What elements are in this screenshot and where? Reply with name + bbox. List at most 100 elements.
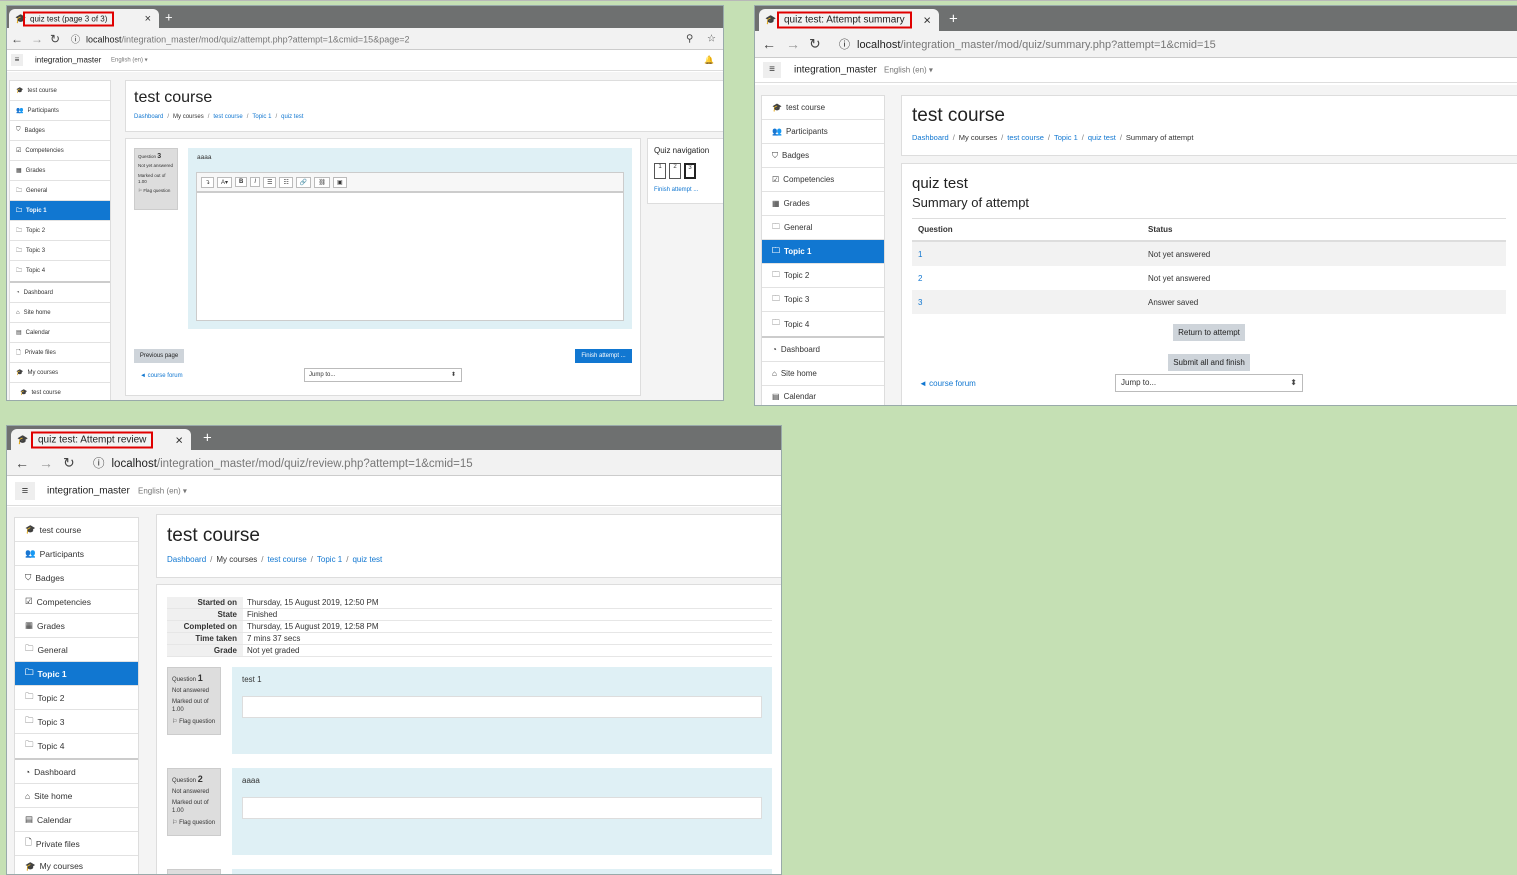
language-menu[interactable]: English (en) ▾ <box>138 486 187 495</box>
sidebar-item-topic-2[interactable]: 🗀 Topic 2 <box>15 686 138 710</box>
breadcrumb-quiz[interactable]: quiz test <box>352 555 382 564</box>
sidebar-item-calendar[interactable]: ▤ Calendar <box>15 808 138 832</box>
breadcrumb-quiz[interactable]: quiz test <box>1088 133 1116 142</box>
language-menu[interactable]: English (en) ▾ <box>111 57 148 64</box>
close-tab-icon[interactable]: × <box>923 13 931 28</box>
editor-button-italic[interactable]: I <box>250 177 261 187</box>
jump-to-select[interactable]: Jump to... ⬍ <box>1115 374 1303 392</box>
sidebar-item-participants[interactable]: 👥 Participants <box>762 120 884 144</box>
breadcrumb-topic[interactable]: Topic 1 <box>317 555 342 564</box>
site-name[interactable]: integration_master <box>794 65 877 76</box>
finish-attempt-link[interactable]: Finish attempt ... <box>654 187 698 193</box>
sidebar-item-competencies[interactable]: ☑ Competencies <box>10 141 110 161</box>
sidebar-item-grades[interactable]: ▦ Grades <box>15 614 138 638</box>
sidebar-item-private-files[interactable]: 🗋 Private files <box>10 343 110 363</box>
new-tab-button[interactable]: + <box>949 10 958 27</box>
finish-attempt-button[interactable]: Finish attempt ... <box>575 349 632 363</box>
sidebar-item-my-courses[interactable]: 🎓 My courses <box>15 856 138 874</box>
editor-button-font[interactable]: A▾ <box>217 176 233 188</box>
sidebar-item-grades[interactable]: ▦ Grades <box>10 161 110 181</box>
breadcrumb-topic[interactable]: Topic 1 <box>252 114 271 120</box>
sidebar-item-topic-1[interactable]: 🗀 Topic 1 <box>762 240 884 264</box>
submit-all-button[interactable]: Submit all and finish <box>1168 354 1250 371</box>
url-field[interactable]: ⓘ localhost/integration_master/mod/quiz/s… <box>839 36 1216 52</box>
sidebar-item-course-child[interactable]: 🎓 test course <box>10 383 110 400</box>
return-to-attempt-button[interactable]: Return to attempt <box>1173 324 1245 341</box>
sidebar-item-topic-3[interactable]: 🗀 Topic 3 <box>10 241 110 261</box>
url-field[interactable]: ⓘ localhost/integration_master/mod/quiz/a… <box>71 32 409 45</box>
sidebar-item-my-courses[interactable]: 🎓 My courses <box>10 363 110 383</box>
flag-question[interactable]: ⚐ Flag question <box>138 188 174 194</box>
sidebar-item-participants[interactable]: 👥 Participants <box>15 542 138 566</box>
breadcrumb-dashboard[interactable]: Dashboard <box>134 114 163 120</box>
previous-page-button[interactable]: Previous page <box>134 349 184 363</box>
new-tab-button[interactable]: + <box>203 430 212 447</box>
quiz-nav-button-2[interactable]: 2 <box>669 163 681 179</box>
new-tab-button[interactable]: + <box>165 10 173 25</box>
hamburger-menu-icon[interactable]: ≡ <box>15 481 35 500</box>
editor-button-bullets[interactable]: ☰ <box>263 176 277 188</box>
question-link[interactable]: 3 <box>912 298 1148 307</box>
sidebar-item-test-course[interactable]: 🎓 test course <box>15 518 138 542</box>
breadcrumb-dashboard[interactable]: Dashboard <box>167 555 206 564</box>
answer-editor[interactable] <box>196 192 624 321</box>
sidebar-item-site-home[interactable]: ⌂ Site home <box>15 784 138 808</box>
reload-icon[interactable]: ↻ <box>809 36 821 53</box>
browser-tab[interactable]: 🎓 quiz test: Attempt review × <box>11 429 191 450</box>
sidebar-item-general[interactable]: 🗀 General <box>10 181 110 201</box>
back-arrow-icon[interactable]: ← <box>15 455 29 471</box>
browser-tab[interactable]: 🎓 quiz test: Attempt summary × <box>759 9 939 31</box>
sidebar-item-badges[interactable]: ⛉ Badges <box>15 566 138 590</box>
sidebar-item-general[interactable]: 🗀 General <box>762 216 884 240</box>
breadcrumb-quiz[interactable]: quiz test <box>281 114 303 120</box>
reload-icon[interactable]: ↻ <box>50 32 60 46</box>
sidebar-item-topic-4[interactable]: 🗀 Topic 4 <box>10 261 110 283</box>
question-link[interactable]: 1 <box>912 250 1148 259</box>
sidebar-item-private-files[interactable]: 🗋 Private files <box>15 832 138 856</box>
zoom-icon[interactable]: ⚲ <box>686 33 693 44</box>
sidebar-item-topic-3[interactable]: 🗀 Topic 3 <box>15 710 138 734</box>
sidebar-item-topic-4[interactable]: 🗀 Topic 4 <box>15 734 138 760</box>
hamburger-menu-icon[interactable]: ≡ <box>11 54 23 66</box>
prev-activity-link[interactable]: ◄ course forum <box>140 373 183 379</box>
sidebar-item-dashboard[interactable]: ◔ Dashboard <box>10 283 110 303</box>
sidebar-item-badges[interactable]: ⛉ Badges <box>10 121 110 141</box>
site-name[interactable]: integration_master <box>35 56 101 65</box>
sidebar-item-dashboard[interactable]: ◔ Dashboard <box>15 760 138 784</box>
reload-icon[interactable]: ↻ <box>63 454 75 471</box>
breadcrumb-course[interactable]: test course <box>213 114 242 120</box>
jump-to-select[interactable]: Jump to... ⬍ <box>304 368 462 382</box>
flag-question[interactable]: ⚐ Flag question <box>172 819 216 827</box>
sidebar-item-topic-3[interactable]: 🗀 Topic 3 <box>762 288 884 312</box>
breadcrumb-topic[interactable]: Topic 1 <box>1054 133 1078 142</box>
browser-tab[interactable]: 🎓 quiz test (page 3 of 3) × <box>9 9 159 28</box>
sidebar-item-site-home[interactable]: ⌂ Site home <box>762 362 884 386</box>
breadcrumb-course[interactable]: test course <box>1007 133 1044 142</box>
editor-button-link[interactable]: 🔗 <box>295 176 312 188</box>
breadcrumb-dashboard[interactable]: Dashboard <box>912 133 949 142</box>
forward-arrow-icon[interactable]: → <box>786 36 800 52</box>
sidebar-item-test-course[interactable]: 🎓 test course <box>10 81 110 101</box>
sidebar-item-grades[interactable]: ▦ Grades <box>762 192 884 216</box>
sidebar-item-participants[interactable]: 👥 Participants <box>10 101 110 121</box>
hamburger-menu-icon[interactable]: ≡ <box>763 62 781 78</box>
sidebar-item-topic-4[interactable]: 🗀 Topic 4 <box>762 312 884 338</box>
forward-arrow-icon[interactable]: → <box>31 32 43 46</box>
editor-button-numbers[interactable]: ☷ <box>279 176 293 188</box>
question-link[interactable]: 2 <box>912 274 1148 283</box>
editor-button-image[interactable]: ▣ <box>332 176 347 188</box>
editor-button-unlink[interactable]: ⛓ <box>314 176 330 188</box>
sidebar-item-topic-1[interactable]: 🗀 Topic 1 <box>10 201 110 221</box>
close-tab-icon[interactable]: × <box>145 13 151 25</box>
back-arrow-icon[interactable]: ← <box>762 36 776 52</box>
language-menu[interactable]: English (en) ▾ <box>884 66 933 75</box>
prev-activity-link[interactable]: ◄ course forum <box>919 379 976 388</box>
editor-button-bold[interactable]: B <box>235 177 248 187</box>
sidebar-item-dashboard[interactable]: ◔ Dashboard <box>762 338 884 362</box>
sidebar-item-calendar[interactable]: ▤ Calendar <box>10 323 110 343</box>
flag-question[interactable]: ⚐ Flag question <box>172 718 216 726</box>
forward-arrow-icon[interactable]: → <box>39 455 53 471</box>
quiz-nav-button-3[interactable]: 3 <box>684 163 696 179</box>
url-field[interactable]: ⓘ localhost/integration_master/mod/quiz/r… <box>93 455 473 471</box>
site-name[interactable]: integration_master <box>47 485 130 496</box>
